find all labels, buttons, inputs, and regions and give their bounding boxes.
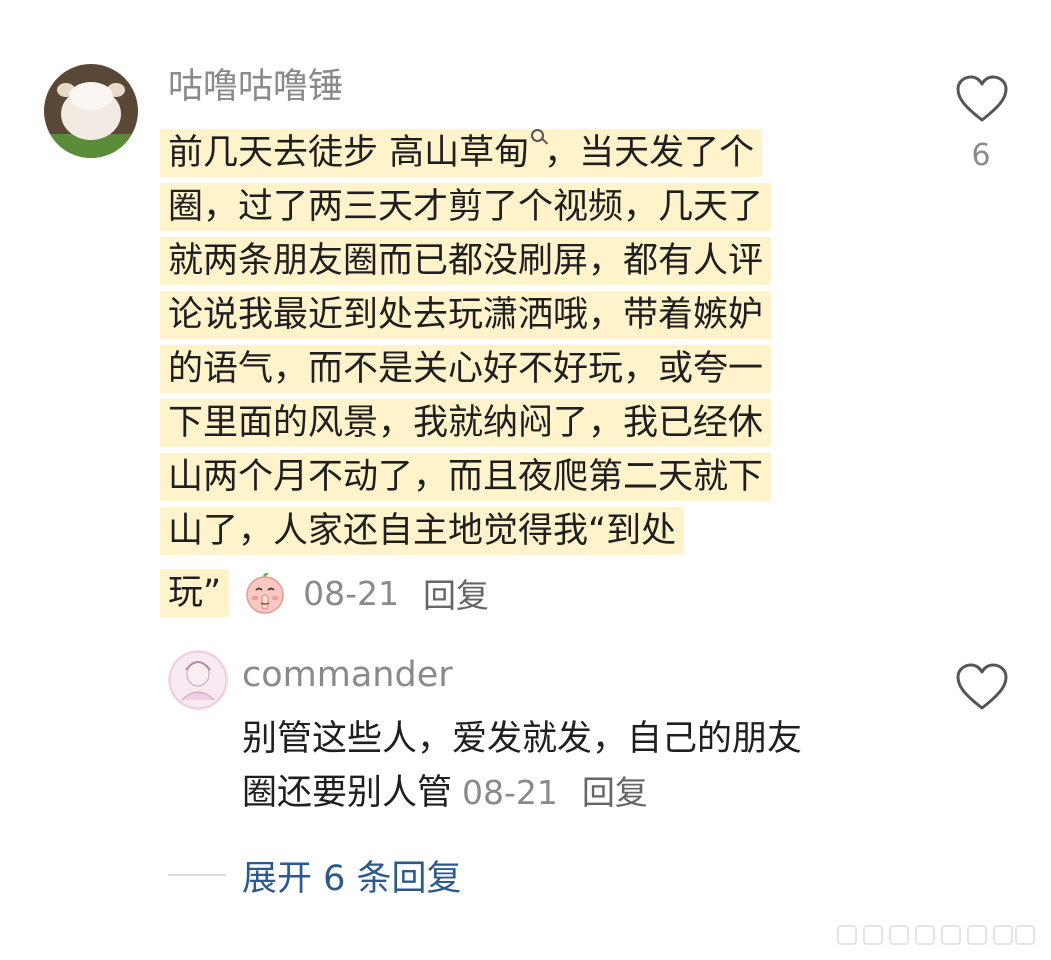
main-comment-reply-button[interactable]: 回复 [423,569,489,617]
comment-line-4: 论说我最近到处去玩潇洒哦，带着嫉妒 [160,288,772,342]
comment-line-6: 下里面的风景，我就纳闷了，我已经休 [160,396,772,450]
reply-line-2: 圈还要别人管 [242,773,453,813]
reply-comment-time: 08-21 [462,773,558,812]
avatar-reply-commenter[interactable] [168,650,228,710]
comment-line-text: 玩” [168,573,222,613]
watermark-logo [837,925,1035,945]
main-comment-username[interactable]: 咕噜咕噜锤 [168,64,343,110]
comment-line-text: 圈，过了两三天才剪了个视频，几天了 [168,187,764,227]
divider [168,874,226,876]
avatar-image [44,64,138,158]
search-keyword-link[interactable]: 高山草甸 [389,129,545,173]
comment-line-5: 的语气，而不是关心好不好玩，或夸一 [160,342,772,396]
main-comment-time: 08-21 [303,573,400,613]
reply-comment-username[interactable]: commander [242,652,453,698]
main-comment-like-button heart-outline-icon[interactable] [954,72,1010,128]
avatar-image [168,650,228,710]
comment-line-2: 圈，过了两三天才剪了个视频，几天了 [160,180,772,234]
reply-comment-reply-button[interactable]: 回复 [582,766,648,820]
comment-line-7: 山两个月不动了，而且夜爬第二天就下 [160,450,772,504]
comment-line-text: ，当天发了个 [544,133,755,173]
comment-line-text: 山两个月不动了，而且夜爬第二天就下 [168,457,764,497]
comment-line-3: 就两条朋友圈而已都没刷屏，都有人评 [160,234,772,288]
main-comment-like-count: 6 [971,138,991,173]
main-comment-body: 前几天去徒步 高山草甸 ，当天发了个 圈，过了两三天才剪了个视频，几天了 就两条朋… [160,126,880,558]
comment-line-9: 玩” [160,566,230,620]
comment-line-text: 就两条朋友圈而已都没刷屏，都有人评 [168,241,764,281]
search-icon [531,129,545,142]
comment-line-8: 山了，人家还自主地觉得我“到处 [160,504,685,558]
reply-line-1: 别管这些人，爱发就发，自己的朋友 [242,719,803,759]
expand-replies-button[interactable]: 展开 6 条回复 [242,850,462,901]
reply-comment-body: 别管这些人，爱发就发，自己的朋友 圈还要别人管 08-21 回复 [242,712,922,820]
comment-line-text: 论说我最近到处去玩潇洒哦，带着嫉妒 [168,295,764,335]
comment-line-1: 前几天去徒步 高山草甸 ，当天发了个 [160,126,763,180]
avatar-main-commenter[interactable] [44,64,138,158]
comment-line-text: 山了，人家还自主地觉得我“到处 [168,511,677,551]
reply-comment-like-button heart-outline-icon[interactable] [954,660,1010,716]
expand-replies-row: 展开 6 条回复 [168,850,462,900]
reply-line-2-container: 圈还要别人管 08-21 回复 [242,766,922,820]
shush-face-emoji-icon [246,572,284,614]
comment-line-text: 的语气，而不是关心好不好玩，或夸一 [168,349,764,389]
main-comment-meta: 玩” 08-21 回复 [160,566,489,620]
comment-line-text: 前几天去徒步 [168,133,390,173]
search-keyword-text: 高山草甸 [389,133,530,173]
comment-line-text: 下里面的风景，我就纳闷了，我已经休 [168,403,764,443]
